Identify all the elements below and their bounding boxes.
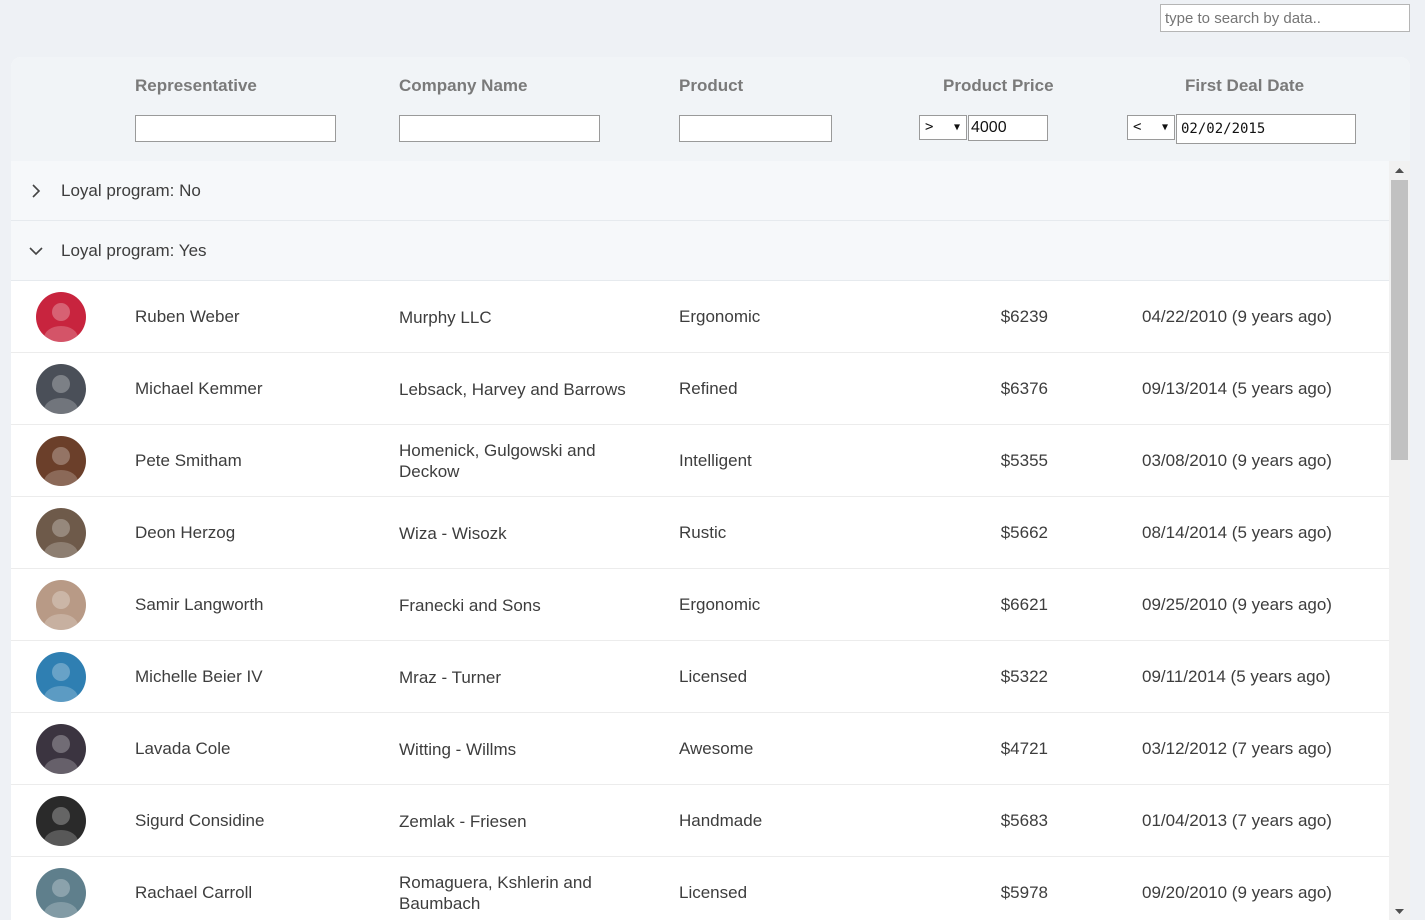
scroll-up-arrow-icon[interactable] bbox=[1389, 161, 1410, 178]
price-cell: $6239 bbox=[1000, 307, 1048, 326]
avatar bbox=[36, 364, 86, 414]
column-header-company[interactable]: Company Name bbox=[399, 76, 527, 96]
table-row[interactable]: Pete Smitham Homenick, Gulgowski and Deck… bbox=[11, 425, 1389, 497]
column-header-price[interactable]: Product Price bbox=[943, 76, 1054, 96]
date-cell: 03/08/2010 (9 years ago) bbox=[1142, 451, 1332, 470]
chevron-down-icon[interactable] bbox=[11, 245, 61, 257]
price-cell: $5662 bbox=[1000, 523, 1048, 542]
company-cell: Murphy LLC bbox=[399, 307, 492, 327]
avatar bbox=[36, 508, 86, 558]
date-cell: 09/25/2010 (9 years ago) bbox=[1142, 595, 1332, 614]
date-cell: 01/04/2013 (7 years ago) bbox=[1142, 811, 1332, 830]
product-cell: Refined bbox=[679, 379, 738, 398]
price-cell: $5978 bbox=[1000, 883, 1048, 902]
price-cell: $5322 bbox=[1000, 667, 1048, 686]
company-filter-input[interactable] bbox=[399, 115, 600, 142]
avatar bbox=[36, 652, 86, 702]
price-cell: $6376 bbox=[1000, 379, 1048, 398]
column-header-product[interactable]: Product bbox=[679, 76, 743, 96]
grid-header: Representative Company Name Product Prod… bbox=[11, 57, 1410, 161]
column-header-representative[interactable]: Representative bbox=[135, 76, 257, 96]
grid-body: Loyal program: No Loyal program: Yes Rub… bbox=[11, 161, 1389, 920]
table-row[interactable]: Ruben Weber Murphy LLC Ergonomic $6239 04/22… bbox=[11, 281, 1389, 353]
price-cell: $5683 bbox=[1000, 811, 1048, 830]
chevron-right-icon[interactable] bbox=[11, 183, 61, 198]
avatar bbox=[36, 436, 86, 486]
company-cell: Mraz - Turner bbox=[399, 667, 502, 687]
table-row[interactable]: Samir Langworth Franecki and Sons Ergonomi… bbox=[11, 569, 1389, 641]
global-search-input[interactable] bbox=[1160, 4, 1410, 32]
column-header-date[interactable]: First Deal Date bbox=[1185, 76, 1304, 96]
representative-cell: Samir Langworth bbox=[135, 595, 264, 614]
company-cell: Homenick, Gulgowski and Deckow bbox=[399, 441, 596, 481]
representative-cell: Lavada Cole bbox=[135, 739, 231, 758]
date-operator-value: < bbox=[1133, 119, 1142, 135]
representative-cell: Sigurd Considine bbox=[135, 811, 265, 830]
avatar bbox=[36, 796, 86, 846]
representative-filter-input[interactable] bbox=[135, 115, 336, 142]
representative-cell: Ruben Weber bbox=[135, 307, 240, 326]
table-row[interactable]: Michelle Beier IV Mraz - Turner Licensed $5… bbox=[11, 641, 1389, 713]
product-cell: Ergonomic bbox=[679, 595, 761, 614]
product-cell: Intelligent bbox=[679, 451, 752, 470]
product-cell: Licensed bbox=[679, 883, 748, 902]
company-cell: Zemlak - Friesen bbox=[399, 811, 527, 831]
scroll-down-arrow-icon[interactable] bbox=[1389, 903, 1410, 920]
avatar bbox=[36, 292, 86, 342]
product-cell: Handmade bbox=[679, 811, 763, 830]
group-label: Loyal program: No bbox=[61, 180, 201, 200]
price-cell: $5355 bbox=[1000, 451, 1048, 470]
price-operator-value: > bbox=[925, 119, 934, 135]
date-operator-select[interactable]: < ▼ bbox=[1127, 115, 1175, 140]
avatar bbox=[36, 580, 86, 630]
company-cell: Franecki and Sons bbox=[399, 595, 541, 615]
vertical-scrollbar[interactable] bbox=[1389, 161, 1410, 920]
representative-cell: Rachael Carroll bbox=[135, 883, 253, 902]
price-operator-select[interactable]: > ▼ bbox=[919, 115, 967, 140]
date-cell: 09/13/2014 (5 years ago) bbox=[1142, 379, 1332, 398]
group-row-loyal-no[interactable]: Loyal program: No bbox=[11, 161, 1389, 221]
product-cell: Ergonomic bbox=[679, 307, 761, 326]
company-cell: Witting - Willms bbox=[399, 739, 517, 759]
date-cell: 04/22/2010 (9 years ago) bbox=[1142, 307, 1332, 326]
date-cell: 09/20/2010 (9 years ago) bbox=[1142, 883, 1332, 902]
table-row[interactable]: Lavada Cole Witting - Willms Awesome $4721 0… bbox=[11, 713, 1389, 785]
product-cell: Rustic bbox=[679, 523, 727, 542]
scrollbar-thumb[interactable] bbox=[1391, 180, 1408, 460]
date-cell: 08/14/2014 (5 years ago) bbox=[1142, 523, 1332, 542]
representative-cell: Michelle Beier IV bbox=[135, 667, 263, 686]
group-row-loyal-yes[interactable]: Loyal program: Yes bbox=[11, 221, 1389, 281]
product-filter-input[interactable] bbox=[679, 115, 832, 142]
avatar bbox=[36, 868, 86, 918]
representative-cell: Michael Kemmer bbox=[135, 379, 263, 398]
table-row[interactable]: Sigurd Considine Zemlak - Friesen Handmade… bbox=[11, 785, 1389, 857]
date-filter-input[interactable] bbox=[1176, 114, 1356, 144]
table-row[interactable]: Deon Herzog Wiza - Wisozk Rustic $5662 08/14… bbox=[11, 497, 1389, 569]
data-grid: Representative Company Name Product Prod… bbox=[11, 57, 1410, 920]
dropdown-caret-icon: ▼ bbox=[953, 122, 960, 133]
date-cell: 09/11/2014 (5 years ago) bbox=[1142, 667, 1331, 686]
product-cell: Awesome bbox=[679, 739, 754, 758]
company-cell: Wiza - Wisozk bbox=[399, 523, 507, 543]
dropdown-caret-icon: ▼ bbox=[1161, 122, 1168, 133]
price-filter-input[interactable] bbox=[968, 115, 1048, 141]
price-cell: $6621 bbox=[1000, 595, 1048, 614]
table-row[interactable]: Michael Kemmer Lebsack, Harvey and Barrow… bbox=[11, 353, 1389, 425]
price-cell: $4721 bbox=[1000, 739, 1048, 758]
avatar bbox=[36, 724, 86, 774]
table-row[interactable]: Rachael Carroll Romaguera, Kshlerin and B… bbox=[11, 857, 1389, 920]
company-cell: Romaguera, Kshlerin and Baumbach bbox=[399, 873, 592, 913]
company-cell: Lebsack, Harvey and Barrows bbox=[399, 379, 626, 399]
representative-cell: Deon Herzog bbox=[135, 523, 236, 542]
product-cell: Licensed bbox=[679, 667, 748, 686]
representative-cell: Pete Smitham bbox=[135, 451, 242, 470]
group-label: Loyal program: Yes bbox=[61, 240, 207, 260]
date-cell: 03/12/2012 (7 years ago) bbox=[1142, 739, 1332, 758]
